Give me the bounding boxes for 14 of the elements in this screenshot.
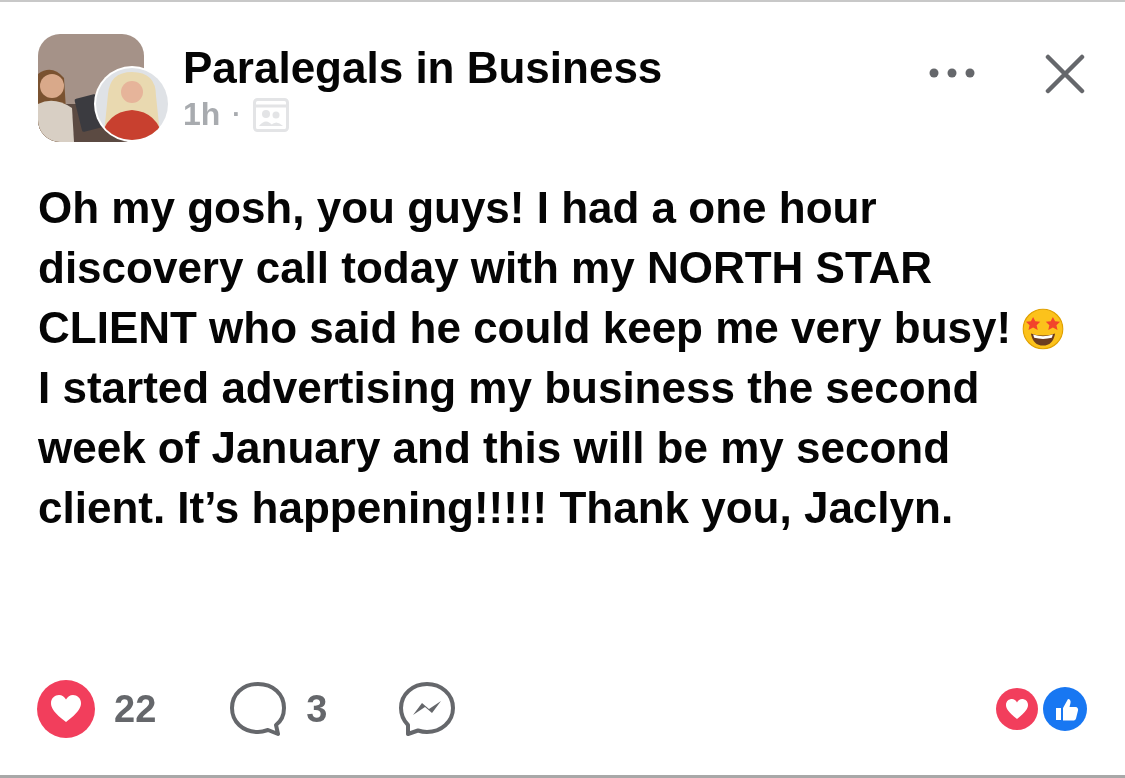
reactions-count: 22 [114, 687, 157, 731]
reaction-summary-icon [993, 686, 1089, 732]
more-options-icon[interactable] [929, 68, 975, 78]
comment-icon[interactable] [228, 679, 289, 739]
heart-reaction-icon[interactable] [36, 679, 96, 739]
group-name[interactable]: Paralegals in Business [183, 42, 929, 94]
messenger-icon[interactable] [397, 679, 458, 739]
comments-count: 3 [306, 687, 328, 731]
post-time: 1h [183, 96, 221, 133]
close-icon[interactable] [1045, 54, 1085, 94]
post-text: I started advertising my business the second week of January and this will be my second client. It’s happening!!!!! Thank you, Jaclyn. [38, 363, 980, 532]
separator-dot: · [232, 99, 241, 130]
group-icon [253, 97, 289, 132]
post-text: Oh my gosh, you guys! I had a one hour discovery call today with my NORTH STAR CLIENT who said he could keep me very busy! [38, 183, 1012, 352]
